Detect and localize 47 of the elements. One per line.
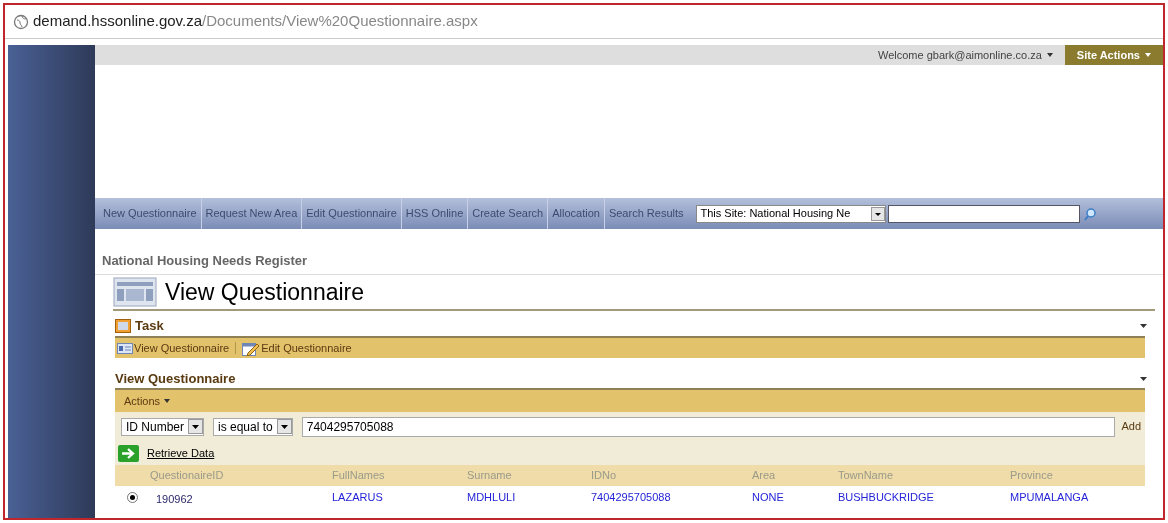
cell-link[interactable]: 7404295705088: [591, 488, 752, 506]
welcome-menu[interactable]: Welcome gbark@aimonline.co.za: [878, 46, 1042, 64]
card-icon: [117, 342, 133, 354]
caret-icon: [1145, 53, 1151, 57]
add-link[interactable]: Add: [1121, 418, 1145, 435]
cell-link[interactable]: MPUMALANGA: [1010, 488, 1145, 506]
globe-icon: [13, 13, 29, 30]
operator-dropdown[interactable]: is equal to: [213, 417, 293, 436]
task-icon: [115, 319, 131, 333]
retrieve-data-link[interactable]: Retrieve Data: [147, 444, 215, 462]
caret-icon: [276, 419, 292, 434]
cell-link[interactable]: BUSHBUCKRIDGE: [838, 488, 1010, 506]
url-host: demand.hssonline.gov.za: [33, 11, 202, 32]
breadcrumb[interactable]: National Housing Needs Register: [102, 253, 308, 268]
site-actions-button[interactable]: Site Actions: [1064, 45, 1163, 65]
caret-icon[interactable]: [1140, 324, 1147, 328]
field-dropdown[interactable]: ID Number: [121, 417, 204, 436]
nav-link[interactable]: Create Search: [467, 198, 548, 229]
url-path: /Documents/View%20Questionnaire.aspx: [202, 11, 478, 32]
cell-link[interactable]: MDHLULI: [467, 488, 591, 506]
radio-button[interactable]: [127, 491, 138, 503]
caret-icon: [188, 419, 203, 434]
actions-menu[interactable]: Actions: [124, 392, 161, 410]
task-link[interactable]: Edit Questionnaire: [242, 339, 352, 357]
search-icon[interactable]: [1082, 206, 1097, 221]
page-title: View Questionnaire: [165, 277, 365, 307]
table-cell-text: 190962: [155, 491, 194, 507]
cell-link[interactable]: NONE: [752, 488, 838, 506]
caret-icon: [164, 399, 171, 403]
value-field[interactable]: 7404295705088: [301, 416, 1116, 437]
nav-link[interactable]: Edit Questionnaire: [301, 198, 401, 229]
section-title: View Questionnaire: [115, 370, 236, 389]
nav-link[interactable]: Search Results: [603, 198, 688, 229]
caret-icon: [870, 206, 885, 221]
nav-link[interactable]: New Questionnaire: [99, 198, 201, 229]
caret-icon[interactable]: [1140, 377, 1147, 381]
caret-icon: [1046, 53, 1053, 57]
cell-link[interactable]: LAZARUS: [332, 488, 467, 506]
section-title: Task: [135, 317, 164, 336]
task-link[interactable]: View Questionnaire: [117, 339, 230, 357]
nav-link[interactable]: Allocation: [547, 198, 604, 229]
edit-form-icon: [242, 340, 261, 356]
nav-link[interactable]: HSS Online: [400, 198, 468, 229]
page-icon: [113, 277, 157, 307]
search-field[interactable]: [887, 204, 1080, 223]
nav-link[interactable]: Request New Area: [200, 198, 302, 229]
scope-dropdown[interactable]: This Site: National Housing Ne: [695, 204, 886, 223]
